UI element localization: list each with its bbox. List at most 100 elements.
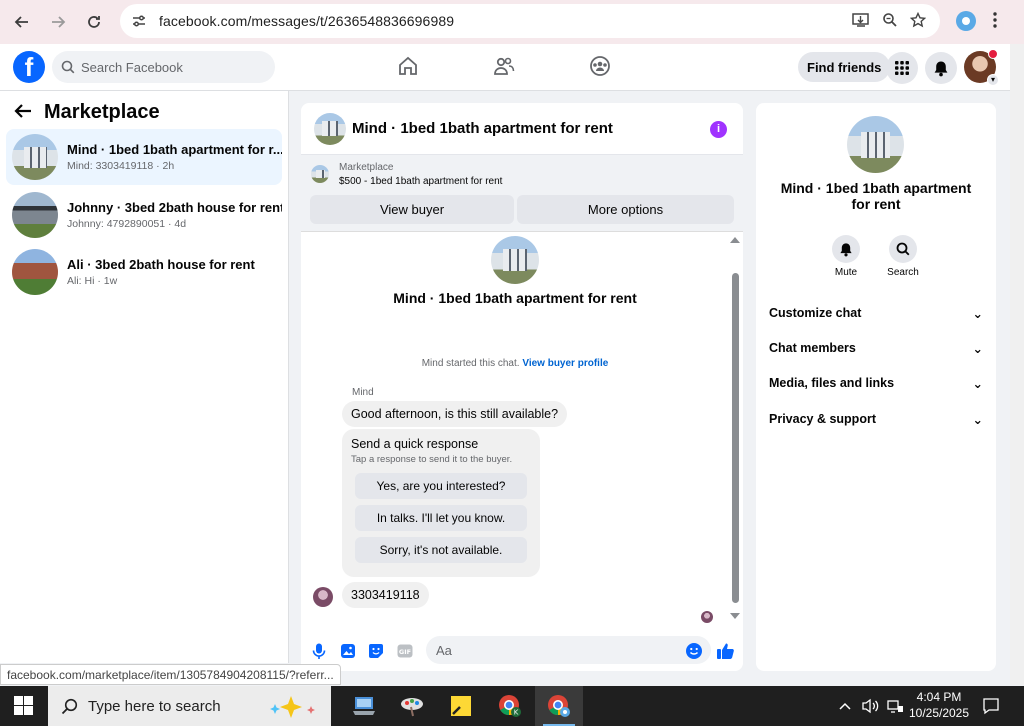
conversation-title: Ali · 3bed 2bath house for rent	[67, 257, 255, 272]
marketplace-label: Marketplace	[339, 162, 394, 173]
listing-thumbnail	[12, 134, 58, 180]
system-clock[interactable]: 4:04 PM 10/25/2025	[908, 689, 970, 721]
mute-label: Mute	[834, 267, 858, 278]
menu-grid-icon[interactable]	[886, 52, 918, 84]
conversation-item-johnny[interactable]: Johnny · 3bed 2bath house for rent Johnn…	[6, 187, 282, 243]
notifications-center-icon[interactable]	[982, 686, 1000, 726]
more-options-button[interactable]: More options	[517, 195, 734, 224]
listing-price[interactable]: $500 - 1bed 1bath apartment for rent	[339, 176, 502, 187]
friends-icon[interactable]	[493, 55, 517, 79]
conversation-title: Mind · 1bed 1bath apartment for r...	[67, 142, 282, 157]
chat-members-section[interactable]: Chat members ⌄	[769, 338, 983, 358]
zoom-icon[interactable]	[882, 12, 898, 31]
conversation-title: Mind · 1bed 1bath apartment for rent	[393, 290, 637, 306]
volume-icon[interactable]	[861, 686, 881, 726]
chat-started-notice: Mind started this chat. View buyer profi…	[301, 358, 729, 369]
address-bar[interactable]: facebook.com/messages/t/2636548836696989	[120, 4, 940, 38]
message-list: Mind · 1bed 1bath apartment for rent Min…	[301, 233, 743, 633]
sticker-icon[interactable]	[367, 642, 385, 660]
listing-thumbnail	[311, 165, 329, 183]
microphone-icon[interactable]	[310, 642, 328, 660]
listing-thumbnail	[12, 192, 58, 238]
search-in-chat-button[interactable]: Search	[879, 235, 927, 278]
section-label: Chat members	[769, 341, 856, 355]
facebook-search[interactable]: Search Facebook	[52, 51, 275, 83]
marketplace-inbox: Marketplace Mind · 1bed 1bath apartment …	[0, 91, 289, 663]
thumbs-up-icon[interactable]	[716, 642, 734, 660]
conversation-item-mind[interactable]: Mind · 1bed 1bath apartment for r... Min…	[6, 129, 282, 185]
quick-response-button[interactable]: In talks. I'll let you know.	[355, 505, 527, 531]
message-placeholder: Aa	[436, 642, 452, 658]
find-friends-button[interactable]: Find friends	[798, 52, 891, 82]
chat-thumbnail[interactable]	[314, 112, 346, 145]
search-icon	[889, 235, 917, 263]
forward-icon[interactable]	[40, 4, 76, 40]
quick-response-button[interactable]: Yes, are you interested?	[355, 473, 527, 499]
notifications-bell-icon[interactable]	[925, 52, 957, 84]
view-buyer-button[interactable]: View buyer	[310, 195, 514, 224]
page-scrollbar[interactable]	[1010, 44, 1024, 685]
message-input[interactable]: Aa	[426, 636, 711, 664]
sender-avatar	[313, 587, 333, 607]
paint-app-icon[interactable]	[388, 686, 436, 726]
media-files-links-section[interactable]: Media, files and links ⌄	[769, 373, 983, 393]
bell-icon	[832, 235, 860, 263]
chrome-active-icon[interactable]	[535, 686, 583, 726]
view-buyer-profile-link[interactable]: View buyer profile	[522, 358, 608, 369]
bookmark-star-icon[interactable]	[909, 11, 927, 31]
conversation-details-panel: Mind · 1bed 1bath apartment for rent Mut…	[756, 103, 996, 671]
search-icon	[61, 60, 75, 74]
chat-header: Mind · 1bed 1bath apartment for rent i	[301, 103, 743, 155]
file-explorer-icon[interactable]	[340, 686, 388, 726]
conversation-preview: Mind: 3303419118 · 2h	[67, 160, 175, 172]
chrome-profile-icon[interactable]: K	[486, 686, 534, 726]
emoji-icon[interactable]	[685, 642, 703, 660]
quick-response-card: Send a quick response Tap a response to …	[342, 429, 540, 577]
site-info-icon[interactable]	[122, 13, 156, 29]
scroll-up-icon[interactable]	[730, 237, 740, 243]
facebook-logo-icon[interactable]: f	[13, 51, 45, 83]
url-text[interactable]: facebook.com/messages/t/2636548836696989	[159, 13, 454, 29]
taskbar-search[interactable]: Type here to search	[48, 686, 331, 726]
chevron-down-icon: ⌄	[972, 412, 983, 427]
back-icon[interactable]	[4, 4, 40, 40]
chat-scrollbar[interactable]	[730, 233, 740, 623]
scroll-down-icon[interactable]	[730, 613, 740, 619]
back-arrow-icon[interactable]	[14, 103, 32, 122]
scroll-thumb[interactable]	[732, 273, 739, 603]
taskbar-search-placeholder: Type here to search	[88, 697, 221, 715]
extension-icon[interactable]	[956, 11, 976, 31]
windows-start-icon[interactable]	[14, 696, 33, 715]
privacy-support-section[interactable]: Privacy & support ⌄	[769, 409, 983, 429]
browser-menu-icon[interactable]	[992, 10, 998, 33]
search-icon	[61, 698, 78, 714]
network-icon[interactable]	[886, 686, 904, 726]
customize-chat-section[interactable]: Customize chat ⌄	[769, 303, 983, 323]
svg-text:K: K	[514, 709, 519, 717]
chevron-down-icon: ▾	[987, 74, 999, 86]
groups-icon[interactable]	[589, 55, 613, 79]
conversation-item-ali[interactable]: Ali · 3bed 2bath house for rent Ali: Hi …	[6, 244, 282, 300]
photo-icon[interactable]	[339, 642, 357, 660]
windows-taskbar: Type here to search K 4:04 PM 10/25/2025	[0, 686, 1024, 726]
show-hidden-icons[interactable]	[838, 686, 852, 726]
gif-icon[interactable]: GIF	[396, 642, 414, 660]
chevron-down-icon: ⌄	[972, 376, 983, 391]
profile-avatar[interactable]: ▾	[964, 49, 999, 86]
started-text: Mind started this chat.	[421, 358, 520, 369]
quick-response-title: Send a quick response	[351, 437, 479, 451]
chat-panel: Mind · 1bed 1bath apartment for rent i M…	[301, 103, 743, 671]
quick-response-button[interactable]: Sorry, it's not available.	[355, 537, 527, 563]
link-status-bar: facebook.com/marketplace/item/1305784904…	[0, 664, 341, 685]
install-app-icon[interactable]	[852, 12, 870, 31]
chat-title[interactable]: Mind · 1bed 1bath apartment for rent	[352, 120, 613, 137]
mute-button[interactable]: Mute	[822, 235, 870, 278]
home-icon[interactable]	[397, 55, 421, 79]
info-icon[interactable]: i	[710, 121, 727, 138]
facebook-header: f Search Facebook Find friends ▾	[0, 44, 1010, 91]
sticky-notes-icon[interactable]	[437, 686, 485, 726]
facebook-search-placeholder: Search Facebook	[81, 59, 183, 75]
search-label: Search	[887, 267, 919, 278]
reload-icon[interactable]	[76, 4, 112, 40]
svg-text:GIF: GIF	[399, 648, 411, 656]
